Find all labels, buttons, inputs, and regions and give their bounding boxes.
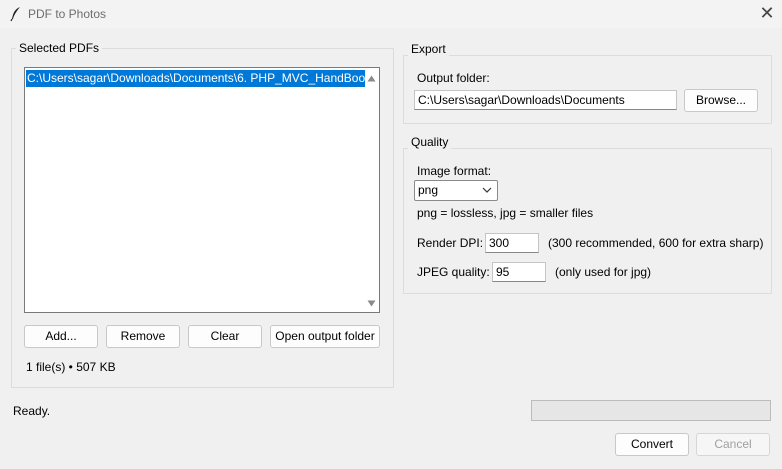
open-output-folder-button[interactable]: Open output folder	[270, 325, 380, 348]
quality-legend: Quality	[408, 135, 452, 149]
window-title: PDF to Photos	[28, 7, 107, 21]
file-summary: 1 file(s) • 507 KB	[26, 360, 116, 374]
list-item-selected[interactable]: C:\Users\sagar\Downloads\Documents\6. PH…	[26, 70, 365, 87]
clear-button[interactable]: Clear	[188, 325, 262, 348]
selected-pdfs-legend: Selected PDFs	[16, 41, 103, 55]
output-folder-label: Output folder:	[417, 71, 490, 85]
status-text: Ready.	[13, 404, 51, 418]
image-format-label: Image format:	[417, 164, 492, 178]
progress-bar	[531, 400, 771, 421]
export-legend: Export	[408, 42, 449, 56]
render-dpi-field[interactable]: 300	[485, 233, 539, 253]
pdf-file-list[interactable]: C:\Users\sagar\Downloads\Documents\6. PH…	[24, 67, 380, 313]
image-format-select[interactable]: png	[414, 180, 498, 201]
close-icon: ✕	[759, 3, 775, 23]
jpeg-quality-field[interactable]: 95	[492, 262, 546, 282]
output-folder-field[interactable]: C:\Users\sagar\Downloads\Documents	[414, 90, 677, 110]
convert-button[interactable]: Convert	[615, 433, 689, 456]
cancel-button[interactable]: Cancel	[696, 433, 770, 456]
jpeg-quality-label: JPEG quality:	[417, 265, 490, 279]
image-format-value: png	[418, 183, 439, 197]
add-button[interactable]: Add...	[24, 325, 98, 348]
title-bar: PDF to Photos ✕	[0, 0, 782, 28]
jpeg-hint: (only used for jpg)	[555, 265, 652, 279]
scroll-up-arrow-icon[interactable]	[367, 74, 376, 83]
close-window-button[interactable]: ✕	[754, 2, 780, 26]
remove-button[interactable]: Remove	[106, 325, 180, 348]
dpi-hint: (300 recommended, 600 for extra sharp)	[548, 236, 764, 250]
format-hint: png = lossless, jpg = smaller files	[417, 206, 594, 220]
chevron-down-icon	[482, 187, 492, 193]
render-dpi-label: Render DPI:	[417, 236, 484, 250]
scroll-down-arrow-icon[interactable]	[367, 299, 376, 308]
browse-button[interactable]: Browse...	[684, 89, 758, 112]
feather-icon	[10, 7, 20, 22]
